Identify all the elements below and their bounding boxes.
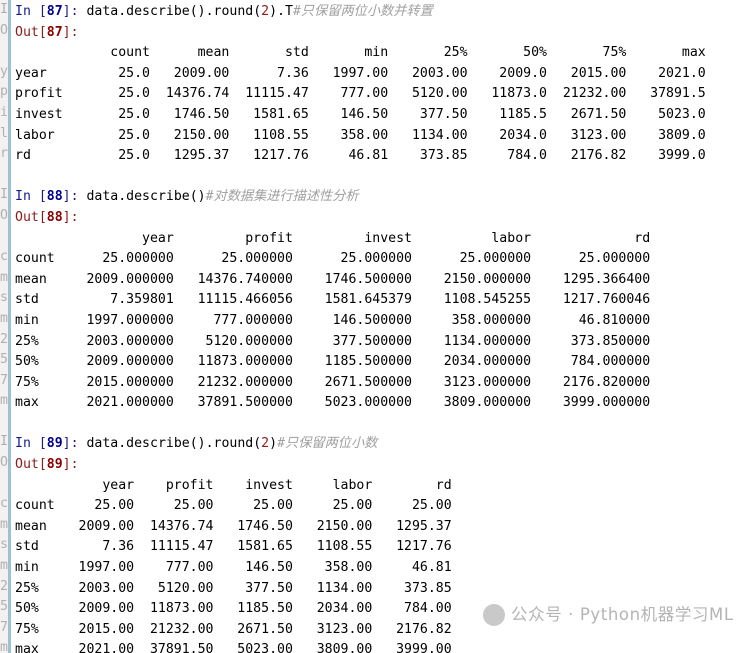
output-prompt-line: Out[89]: [15, 455, 738, 476]
table-row: 50% 2009.00 11873.00 1185.50 2034.00 784… [15, 601, 452, 617]
console-cell[interactable]: In [88]: data.describe()#对数据集进行描述性分析 Out[… [15, 187, 738, 414]
gutter-ghost-text: I O y p i l r I O c m s m 2 5 7 m I O c … [0, 2, 8, 653]
in-prompt: In [88]: [15, 189, 87, 205]
table-row: profit 25.0 14376.74 11115.47 777.00 512… [15, 86, 706, 102]
code-text: data.describe().round( [86, 436, 262, 452]
input-prompt-line[interactable]: In [87]: data.describe().round(2).T#只保留两… [15, 2, 738, 23]
out-prompt: Out[87]: [15, 24, 79, 40]
table-row: 25% 2003.00 5120.00 377.50 1134.00 373.8… [15, 580, 452, 596]
table-row: min 1997.000000 777.000000 146.500000 35… [15, 312, 651, 328]
table-row: std 7.36 11115.47 1581.65 1108.55 1217.7… [15, 539, 452, 555]
console-output-area[interactable]: In [87]: data.describe().round(2).T#只保留两… [11, 0, 738, 653]
in-execution-count: 89 [46, 436, 63, 452]
dataframe-output: count mean std min 25% 50% 75% max year 2… [15, 43, 738, 167]
table-row: labor 25.0 2150.00 1108.55 358.00 1134.0… [15, 127, 706, 143]
console-cell[interactable]: In [87]: data.describe().round(2).T#只保留两… [15, 2, 738, 167]
table-header-row: year profit invest labor rd [15, 230, 651, 246]
code-comment: #对数据集进行描述性分析 [205, 189, 359, 205]
table-row: rd 25.0 1295.37 1217.76 46.81 373.85 784… [15, 148, 706, 164]
code-comment: #只保留两位小数 [277, 436, 378, 452]
table-row: count 25.00 25.00 25.00 25.00 25.00 [15, 498, 452, 514]
code-comment: #只保留两位小数并转置 [292, 4, 433, 19]
table-row: 50% 2009.000000 11873.000000 1185.500000… [15, 354, 651, 370]
code-text-tail: ) [269, 436, 278, 452]
table-row: mean 2009.00 14376.74 1746.50 2150.00 12… [15, 518, 452, 534]
code-text: data.describe().round( [86, 4, 262, 19]
in-prompt: In [89]: [15, 436, 87, 452]
scrolled-off-gutter: I O y p i l r I O c m s m 2 5 7 m I O c … [0, 0, 9, 653]
input-prompt-line[interactable]: In [89]: data.describe().round(2)#只保留两位小… [15, 434, 738, 455]
in-prompt: In [87]: [15, 4, 87, 19]
out-execution-count: 88 [46, 209, 63, 225]
table-row: 75% 2015.00 21232.00 2671.50 3123.00 217… [15, 621, 452, 637]
code-number-literal: 2 [261, 436, 270, 452]
table-row: mean 2009.000000 14376.740000 1746.50000… [15, 271, 651, 287]
output-prompt-line: Out[88]: [15, 208, 738, 229]
in-execution-count: 87 [46, 4, 63, 19]
console-cell[interactable]: In [89]: data.describe().round(2)#只保留两位小… [15, 434, 738, 653]
table-row: count 25.000000 25.000000 25.000000 25.0… [15, 251, 651, 267]
ipython-console[interactable]: I O y p i l r I O c m s m 2 5 7 m I O c … [0, 0, 738, 653]
code-number-literal: 2 [261, 4, 270, 19]
table-row: max 2021.00 37891.50 5023.00 3809.00 399… [15, 642, 452, 653]
table-row: 25% 2003.000000 5120.000000 377.500000 1… [15, 333, 651, 349]
table-header-row: year profit invest labor rd [15, 477, 452, 493]
table-row: std 7.359801 11115.466056 1581.645379 11… [15, 292, 651, 308]
code-text: data.describe() [86, 189, 206, 205]
table-row: invest 25.0 1746.50 1581.65 146.50 377.5… [15, 106, 706, 122]
out-execution-count: 87 [46, 24, 63, 40]
input-prompt-line[interactable]: In [88]: data.describe()#对数据集进行描述性分析 [15, 187, 738, 208]
output-prompt-line: Out[87]: [15, 23, 738, 44]
table-row: min 1997.00 777.00 146.50 358.00 46.81 [15, 560, 452, 576]
in-execution-count: 88 [46, 189, 63, 205]
table-row: max 2021.000000 37891.500000 5023.000000… [15, 395, 651, 411]
dataframe-output: year profit invest labor rd count 25.0000… [15, 229, 738, 414]
out-prompt: Out[88]: [15, 209, 79, 225]
table-row: year 25.0 2009.00 7.36 1997.00 2003.00 2… [15, 65, 706, 81]
out-prompt: Out[89]: [15, 457, 79, 473]
table-row: 75% 2015.000000 21232.000000 2671.500000… [15, 374, 651, 390]
out-execution-count: 89 [46, 457, 63, 473]
table-header-row: count mean std min 25% 50% 75% max [15, 45, 706, 61]
code-text-tail: ).T [269, 4, 293, 19]
cell-spacer [15, 167, 738, 188]
dataframe-output: year profit invest labor rd count 25.00 2… [15, 476, 738, 653]
cell-spacer [15, 414, 738, 435]
